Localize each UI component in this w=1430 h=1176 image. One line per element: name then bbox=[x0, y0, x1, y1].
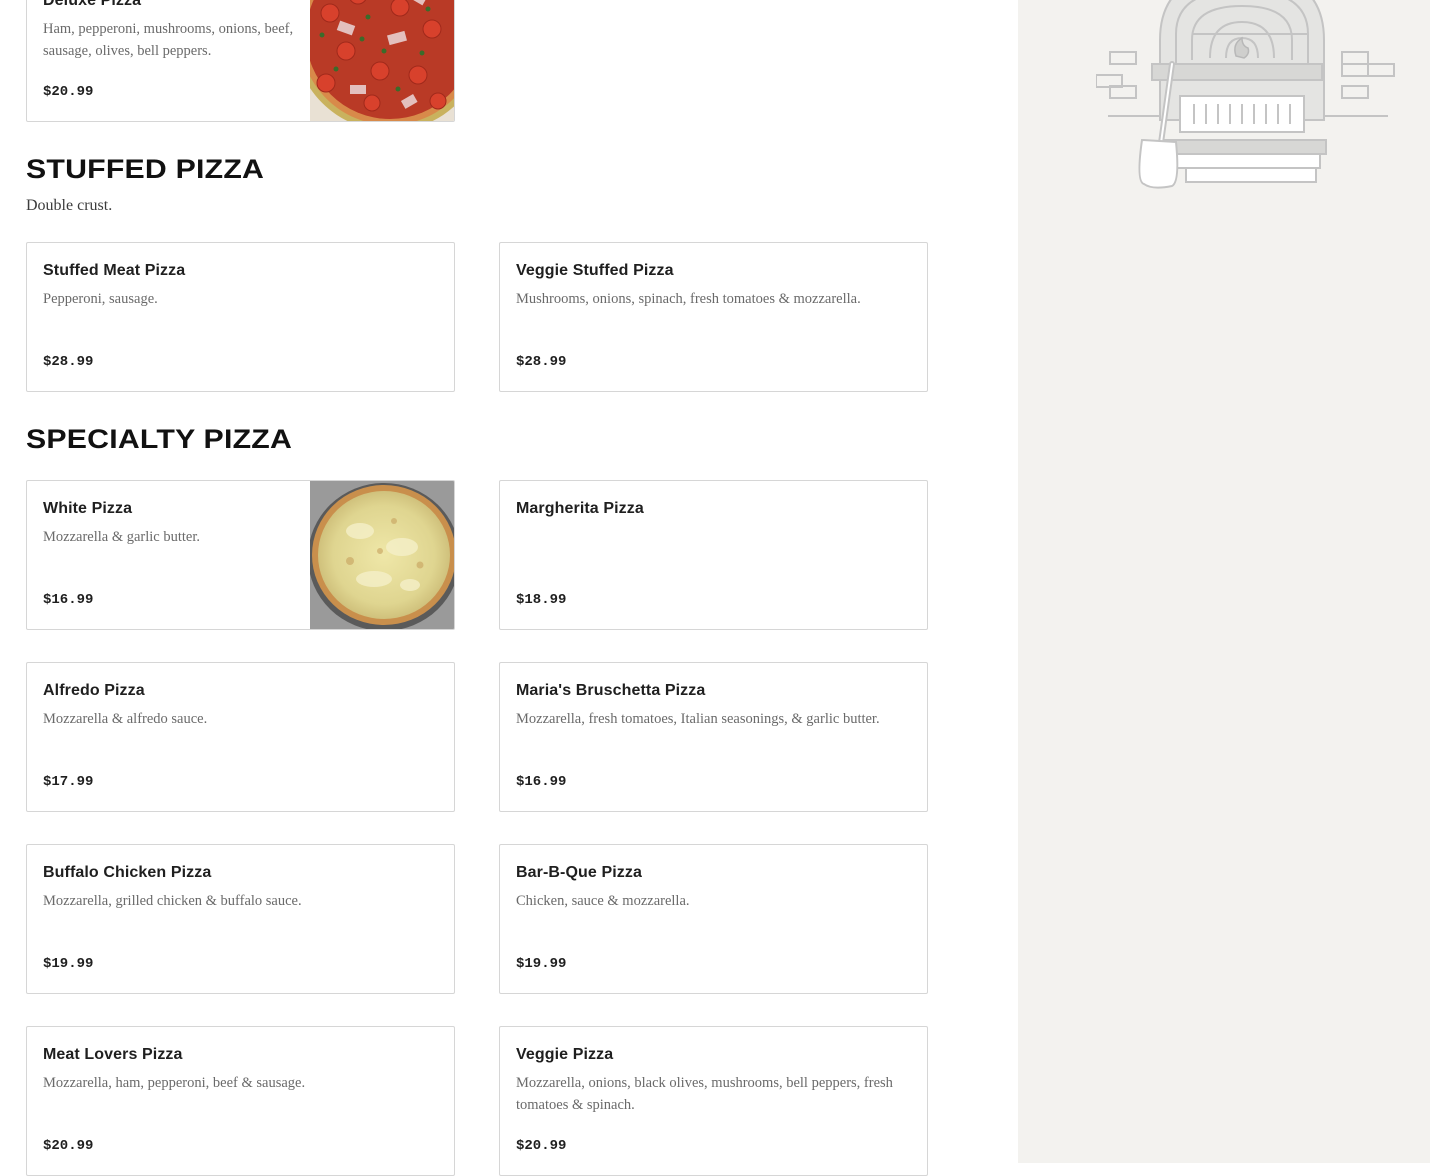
menu-item-price: $18.99 bbox=[516, 592, 567, 608]
menu-item-price: $20.99 bbox=[516, 1138, 567, 1154]
pepperoni-pizza-photo bbox=[310, 0, 454, 121]
menu-item-price: $17.99 bbox=[43, 774, 94, 790]
menu-item-card[interactable]: Margherita Pizza $18.99 bbox=[499, 480, 928, 630]
menu-item-description: Mozzarella & alfredo sauce. bbox=[43, 711, 208, 727]
menu-item-name: Buffalo Chicken Pizza bbox=[43, 864, 212, 881]
menu-item-card[interactable]: Bar-B-Que Pizza Chicken, sauce & mozzare… bbox=[499, 844, 928, 994]
menu-item-name: Maria's Bruschetta Pizza bbox=[516, 682, 706, 699]
menu-item-card[interactable]: Meat Lovers Pizza Mozzarella, ham, peppe… bbox=[26, 1026, 455, 1176]
menu-item-card[interactable]: Maria's Bruschetta Pizza Mozzarella, fre… bbox=[499, 662, 928, 812]
menu-item-name: Veggie Pizza bbox=[516, 1046, 614, 1063]
menu-item-price: $19.99 bbox=[43, 956, 94, 972]
menu-item-name: Deluxe Pizza bbox=[43, 0, 142, 9]
menu-item-description: Mozzarella, onions, black olives, mushro… bbox=[516, 1075, 893, 1113]
menu-item-name: Meat Lovers Pizza bbox=[43, 1046, 183, 1063]
menu-item-card[interactable]: Alfredo Pizza Mozzarella & alfredo sauce… bbox=[26, 662, 455, 812]
menu-item-description: Pepperoni, sausage. bbox=[43, 291, 158, 307]
sidebar-panel bbox=[1018, 0, 1430, 1163]
menu-item-name: Stuffed Meat Pizza bbox=[43, 262, 186, 279]
menu-item-description: Chicken, sauce & mozzarella. bbox=[516, 893, 690, 909]
menu-item-price: $16.99 bbox=[43, 592, 94, 608]
menu-item-card[interactable]: Buffalo Chicken Pizza Mozzarella, grille… bbox=[26, 844, 455, 994]
section-title-specialty: SPECIALTY PIZZA bbox=[26, 424, 293, 454]
menu-item-description: Mozzarella, fresh tomatoes, Italian seas… bbox=[516, 711, 880, 727]
menu-main: Deluxe Pizza Ham, pepperoni, mushrooms, … bbox=[0, 0, 1018, 1176]
menu-item-name: Veggie Stuffed Pizza bbox=[516, 262, 674, 279]
menu-item-card[interactable]: Deluxe Pizza Ham, pepperoni, mushrooms, … bbox=[26, 0, 455, 122]
white-pizza-photo bbox=[310, 481, 454, 629]
menu-item-name: Bar-B-Que Pizza bbox=[516, 864, 642, 881]
menu-item-price: $28.99 bbox=[516, 354, 567, 370]
menu-item-price: $16.99 bbox=[516, 774, 567, 790]
menu-item-card[interactable]: Veggie Stuffed Pizza Mushrooms, onions, … bbox=[499, 242, 928, 392]
menu-item-name: Alfredo Pizza bbox=[43, 682, 145, 699]
menu-item-price: $20.99 bbox=[43, 1138, 94, 1154]
menu-item-description: Mushrooms, onions, spinach, fresh tomato… bbox=[516, 291, 861, 307]
menu-item-card[interactable]: White Pizza Mozzarella & garlic butter. … bbox=[26, 480, 455, 630]
menu-item-card[interactable]: Stuffed Meat Pizza Pepperoni, sausage. $… bbox=[26, 242, 455, 392]
menu-item-description: Mozzarella, ham, pepperoni, beef & sausa… bbox=[43, 1075, 306, 1091]
menu-item-price: $20.99 bbox=[43, 84, 94, 100]
section-title-stuffed: STUFFED PIZZA bbox=[26, 154, 265, 184]
menu-item-price: $28.99 bbox=[43, 354, 94, 370]
menu-item-name: White Pizza bbox=[43, 500, 133, 517]
pizza-oven-icon bbox=[1096, 0, 1395, 189]
section-subtitle-stuffed: Double crust. bbox=[26, 197, 113, 214]
menu-item-description: Mozzarella & garlic butter. bbox=[43, 529, 201, 545]
menu-item-price: $19.99 bbox=[516, 956, 567, 972]
menu-item-name: Margherita Pizza bbox=[516, 500, 644, 517]
menu-item-description: Ham, pepperoni, mushrooms, onions, beef,… bbox=[43, 21, 294, 59]
menu-item-description: Mozzarella, grilled chicken & buffalo sa… bbox=[43, 893, 302, 909]
menu-item-card[interactable]: Veggie Pizza Mozzarella, onions, black o… bbox=[499, 1026, 928, 1176]
